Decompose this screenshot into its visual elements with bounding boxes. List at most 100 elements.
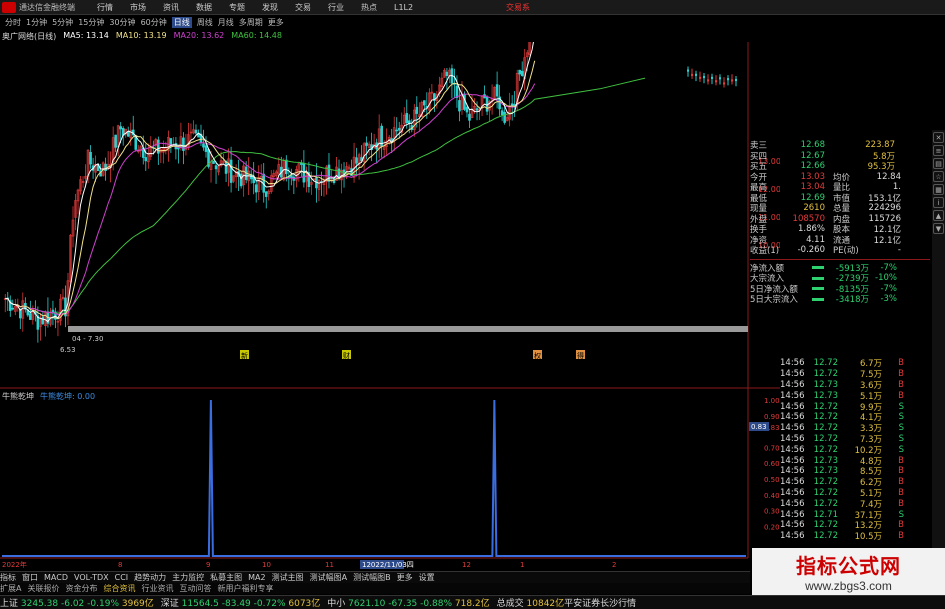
- ma10-label: MA10: 13.19: [115, 31, 167, 40]
- menu-data[interactable]: 数据: [196, 2, 212, 13]
- bottom-link-4[interactable]: 行业资讯: [141, 583, 173, 594]
- tab-1min[interactable]: 1分钟: [26, 17, 47, 28]
- candle-body: [520, 70, 524, 76]
- close-icon[interactable]: ✕: [933, 132, 944, 143]
- candle-body: [423, 100, 426, 106]
- bottom-tab-12[interactable]: 更多: [397, 572, 413, 583]
- chevron-up-icon[interactable]: ▲: [933, 210, 944, 221]
- menu-news[interactable]: 资讯: [163, 2, 179, 13]
- tick-price: 12.72: [813, 444, 838, 455]
- info-icon[interactable]: i: [933, 197, 944, 208]
- chart-icon[interactable]: ▤: [933, 158, 944, 169]
- flow-pct: -7%: [880, 262, 897, 273]
- bottom-tab-0[interactable]: 指标: [0, 572, 16, 583]
- chevron-down-icon[interactable]: ▼: [933, 223, 944, 234]
- tick-row: 14:56 12.72 4.1万 S: [780, 412, 930, 423]
- total-turnover: 总成交 10842亿平安证券长沙行情: [497, 596, 637, 609]
- candle-body: [104, 163, 107, 171]
- star-icon[interactable]: ☆: [933, 171, 944, 182]
- bottom-tab-13[interactable]: 设置: [419, 572, 435, 583]
- bottom-tab-5[interactable]: 趋势动力: [134, 572, 166, 583]
- ask-bid-price: 12.67: [800, 150, 825, 161]
- bottom-tab-10[interactable]: 测试幅图A: [310, 572, 347, 583]
- tick-side: B: [898, 477, 904, 488]
- tab-multi[interactable]: 多周期: [239, 17, 263, 28]
- candle-body: [711, 76, 713, 79]
- tab-monthly[interactable]: 月线: [218, 17, 234, 28]
- broker-note: 平安证券长沙行情: [564, 599, 637, 609]
- bottom-tab-2[interactable]: MACD: [44, 573, 68, 582]
- ma20-line: [5, 83, 536, 316]
- tab-5min[interactable]: 5分钟: [52, 17, 73, 28]
- bottom-tab-8[interactable]: MA2: [248, 573, 265, 582]
- tick-side: B: [898, 487, 904, 498]
- tab-30min[interactable]: 30分钟: [109, 17, 135, 28]
- candle-body: [264, 191, 268, 197]
- sub-indicator-line: [2, 399, 746, 557]
- ask-bid-price: 12.66: [800, 161, 825, 172]
- menu-topics[interactable]: 专题: [229, 2, 245, 13]
- index-quote[interactable]: 深证 11564.5 -83.49 -0.72% 6073亿: [161, 596, 321, 609]
- list-icon[interactable]: ≡: [933, 145, 944, 156]
- tick-side: B: [898, 379, 904, 390]
- tab-60min[interactable]: 60分钟: [141, 17, 167, 28]
- bottom-tab-7[interactable]: 私募主图: [210, 572, 242, 583]
- candle-body: [254, 184, 258, 193]
- bottom-link-2[interactable]: 资金分布: [65, 583, 97, 594]
- tick-row: 14:56 12.71 37.1万 S: [780, 509, 930, 521]
- bottom-tab-6[interactable]: 主力监控: [172, 572, 204, 583]
- grid-icon[interactable]: ▦: [933, 184, 944, 195]
- period-tabs: 分时 1分钟 5分钟 15分钟 30分钟 60分钟 日线 周线 月线 多周期 更…: [0, 15, 945, 29]
- bottom-tab-4[interactable]: CCI: [115, 573, 129, 582]
- candle-body: [691, 73, 693, 76]
- index-pct: -0.72%: [253, 599, 286, 609]
- bottom-tab-3[interactable]: VOL-TDX: [74, 573, 109, 582]
- candle-body: [445, 71, 449, 76]
- tick-volume: 10.5万: [854, 532, 882, 543]
- index-quote[interactable]: 中小 7621.10 -67.35 -0.88% 718.2亿: [327, 596, 489, 609]
- bottom-link-5[interactable]: 互动问答: [179, 583, 211, 594]
- menu-market[interactable]: 市场: [130, 2, 146, 13]
- menu-quotes[interactable]: 行情: [97, 2, 113, 13]
- candle-body: [703, 75, 705, 79]
- bottom-tab-11[interactable]: 测试幅图B: [353, 572, 391, 583]
- candle-body: [699, 76, 701, 79]
- time-tick: 2022年: [2, 560, 27, 569]
- tick-row: 14:56 12.72 13.2万 B: [780, 520, 930, 531]
- candle-body: [144, 157, 148, 162]
- main-indicator-bar: 奥广网络(日线) MA5: 13.14 MA10: 13.19 MA20: 13…: [2, 31, 289, 42]
- tick-row: 14:56 12.72 10.5万 B: [780, 531, 930, 542]
- tick-price: 12.72: [813, 498, 838, 509]
- tick-side: S: [898, 423, 904, 434]
- kline-chart[interactable]: 13.00 12.00 11.00 10.00 6.53 04 - 7.30 新…: [0, 42, 780, 571]
- menu-discover[interactable]: 发现: [262, 2, 278, 13]
- flow-pct: -10%: [875, 273, 897, 284]
- tab-15min[interactable]: 15分钟: [78, 17, 104, 28]
- candle-body: [503, 111, 506, 123]
- tab-more[interactable]: 更多: [268, 17, 284, 28]
- tick-time: 14:56: [780, 444, 805, 455]
- tab-daily[interactable]: 日线: [171, 16, 192, 28]
- sub-indicator-value: 牛熊乾坤: 0.00: [40, 392, 96, 401]
- stat-value: 4.11: [806, 234, 825, 245]
- tick-price: 12.71: [813, 509, 838, 520]
- menu-hot[interactable]: 热点: [361, 2, 377, 13]
- bottom-tab-9[interactable]: 测试主图: [272, 572, 304, 583]
- tab-weekly[interactable]: 周线: [197, 17, 213, 28]
- bottom-link-6[interactable]: 新用户福利专享: [217, 583, 273, 594]
- support-band: [68, 326, 748, 332]
- tick-price: 12.72: [813, 477, 838, 488]
- index-quote[interactable]: 上证 3245.38 -6.02 -0.19% 3969亿: [0, 596, 154, 609]
- tab-intraday[interactable]: 分时: [5, 17, 21, 28]
- menu-industry[interactable]: 行业: [328, 2, 344, 13]
- time-tick: 9: [206, 561, 210, 569]
- bottom-link-3[interactable]: 综合资讯: [103, 583, 135, 594]
- bottom-link-0[interactable]: 扩展A: [0, 583, 21, 594]
- menu-l1l2[interactable]: L1L2: [394, 3, 413, 12]
- bottom-link-1[interactable]: 关联报价: [27, 583, 59, 594]
- candle-body: [212, 160, 215, 164]
- bottom-tab-1[interactable]: 窗口: [22, 572, 38, 583]
- trade-system-button[interactable]: 交易系: [506, 2, 530, 13]
- tick-time: 14:56: [780, 509, 805, 520]
- menu-trade[interactable]: 交易: [295, 2, 311, 13]
